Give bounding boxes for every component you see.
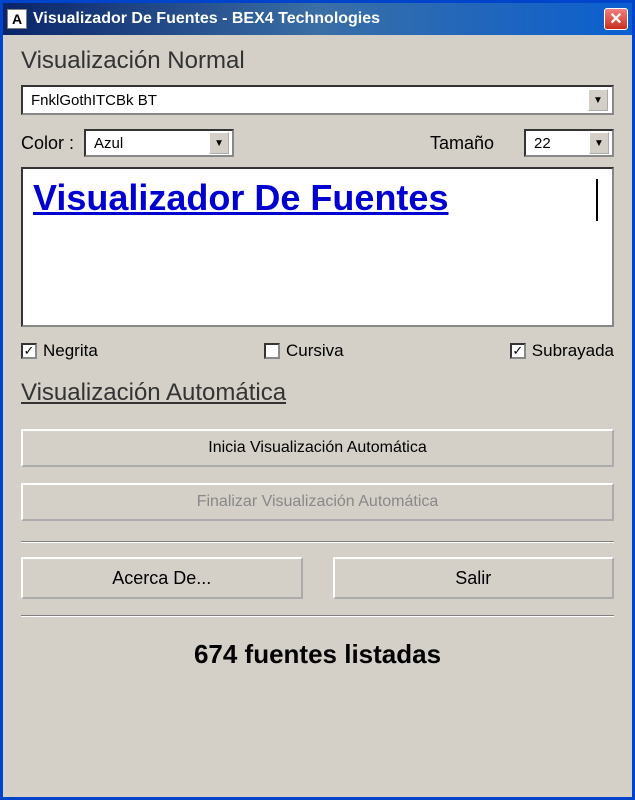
stop-auto-button[interactable]: Finalizar Visualización Automática	[21, 483, 614, 521]
color-size-row: Color : Azul ▼ Tamaño 22 ▼	[21, 129, 614, 157]
formatting-checks: ✓ Negrita Cursiva ✓ Subrayada	[21, 341, 614, 361]
close-icon: ✕	[609, 9, 622, 29]
window-title: Visualizador De Fuentes - BEX4 Technolog…	[33, 10, 604, 28]
stop-auto-label: Finalizar Visualización Automática	[197, 493, 439, 511]
divider	[21, 615, 614, 617]
exit-label: Salir	[455, 568, 491, 589]
client-area: Visualización Normal FnklGothITCBk BT ▼ …	[3, 35, 632, 797]
italic-label: Cursiva	[286, 341, 344, 361]
close-button[interactable]: ✕	[604, 8, 628, 30]
preview-textbox[interactable]: Visualizador De Fuentes	[21, 167, 614, 327]
bottom-button-row: Acerca De... Salir	[21, 557, 614, 599]
divider	[21, 541, 614, 543]
preview-text: Visualizador De Fuentes	[33, 177, 448, 218]
exit-button[interactable]: Salir	[333, 557, 615, 599]
italic-checkbox[interactable]	[264, 343, 280, 359]
section-title-auto: Visualización Automática	[21, 379, 614, 407]
titlebar: A Visualizador De Fuentes - BEX4 Technol…	[3, 3, 632, 35]
font-dropdown[interactable]: FnklGothITCBk BT ▼	[21, 85, 614, 115]
about-button[interactable]: Acerca De...	[21, 557, 303, 599]
about-label: Acerca De...	[112, 568, 211, 589]
status-bar: 674 fuentes listadas	[21, 631, 614, 678]
check-icon: ✓	[24, 343, 35, 359]
color-dropdown[interactable]: Azul ▼	[84, 129, 234, 157]
size-dropdown-value: 22	[534, 135, 551, 152]
check-icon: ✓	[512, 343, 523, 359]
size-label: Tamaño	[430, 133, 494, 154]
underline-checkbox-item: ✓ Subrayada	[510, 341, 614, 361]
chevron-down-icon: ▼	[209, 132, 229, 154]
bold-checkbox[interactable]: ✓	[21, 343, 37, 359]
app-icon-letter: A	[12, 11, 22, 27]
size-dropdown[interactable]: 22 ▼	[524, 129, 614, 157]
color-label: Color :	[21, 133, 74, 154]
italic-checkbox-item: Cursiva	[264, 341, 344, 361]
chevron-down-icon: ▼	[588, 89, 608, 111]
bold-checkbox-item: ✓ Negrita	[21, 341, 98, 361]
bold-label: Negrita	[43, 341, 98, 361]
section-title-normal: Visualización Normal	[21, 47, 614, 75]
text-caret	[596, 179, 598, 221]
underline-label: Subrayada	[532, 341, 614, 361]
font-dropdown-value: FnklGothITCBk BT	[31, 92, 157, 109]
app-icon: A	[7, 9, 27, 29]
underline-checkbox[interactable]: ✓	[510, 343, 526, 359]
app-window: A Visualizador De Fuentes - BEX4 Technol…	[0, 0, 635, 800]
color-dropdown-value: Azul	[94, 135, 123, 152]
start-auto-button[interactable]: Inicia Visualización Automática	[21, 429, 614, 467]
start-auto-label: Inicia Visualización Automática	[208, 439, 427, 457]
chevron-down-icon: ▼	[589, 132, 609, 154]
